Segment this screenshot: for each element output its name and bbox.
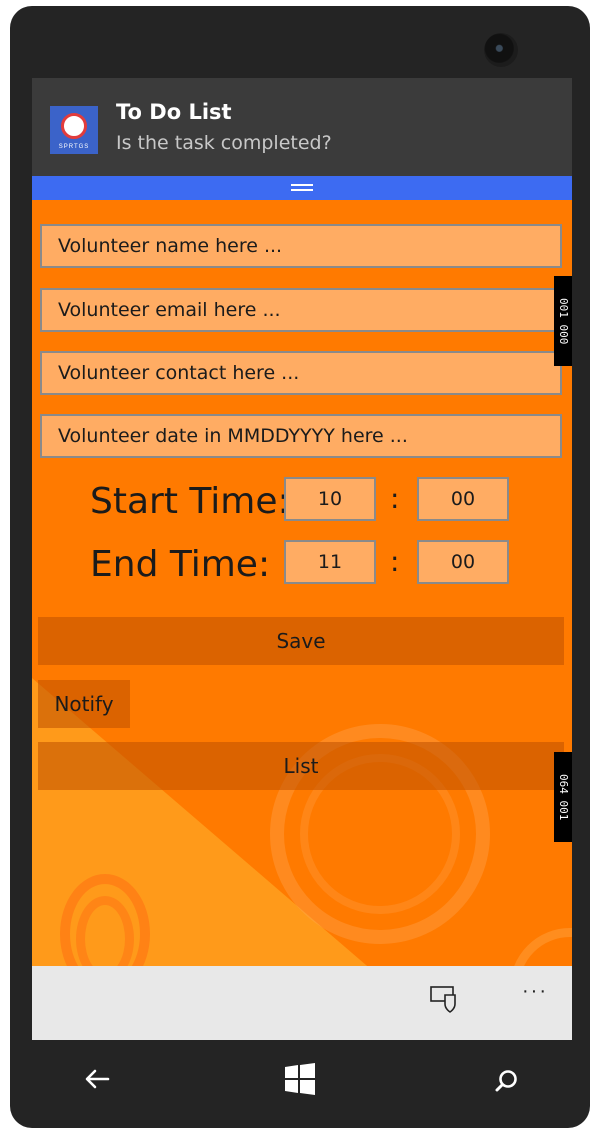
- end-time-label: End Time:: [90, 544, 271, 585]
- logo-text: SPRTGS: [58, 144, 90, 150]
- save-button[interactable]: Save: [38, 617, 564, 665]
- back-arrow-icon[interactable]: [82, 1066, 112, 1092]
- volunteer-email-input[interactable]: Volunteer email here ...: [40, 288, 562, 332]
- search-icon[interactable]: [494, 1068, 520, 1094]
- notification-message: Is the task completed?: [116, 132, 332, 154]
- shield-icon[interactable]: [428, 982, 462, 1016]
- grip-icon: [291, 184, 313, 191]
- app-screen: SPRTGS To Do List Is the task completed?…: [32, 78, 572, 1040]
- notification-drag-handle[interactable]: [32, 176, 572, 200]
- start-hour-input[interactable]: 10: [284, 477, 376, 521]
- start-time-label: Start Time:: [90, 481, 290, 522]
- front-camera: [484, 33, 518, 67]
- logo-emblem: [61, 113, 87, 139]
- volunteer-name-input[interactable]: Volunteer name here ...: [40, 224, 562, 268]
- debug-counter-top: 001 000: [554, 276, 572, 366]
- app-bar: ···: [32, 966, 572, 1040]
- app-logo: SPRTGS: [50, 106, 98, 154]
- windows-start-icon[interactable]: [283, 1062, 317, 1096]
- notify-button[interactable]: Notify: [38, 680, 130, 728]
- list-button[interactable]: List: [38, 742, 564, 790]
- volunteer-contact-input[interactable]: Volunteer contact here ...: [40, 351, 562, 395]
- notification-title: To Do List: [116, 100, 232, 124]
- end-hour-input[interactable]: 11: [284, 540, 376, 584]
- volunteer-date-input[interactable]: Volunteer date in MMDDYYYY here ...: [40, 414, 562, 458]
- end-minute-input[interactable]: 00: [417, 540, 509, 584]
- debug-counter-bottom: 064 001: [554, 752, 572, 842]
- end-time-separator: :: [390, 545, 400, 578]
- notification-toast[interactable]: SPRTGS To Do List Is the task completed?: [32, 78, 572, 176]
- more-icon[interactable]: ···: [522, 980, 548, 1003]
- start-time-separator: :: [390, 482, 400, 515]
- start-minute-input[interactable]: 00: [417, 477, 509, 521]
